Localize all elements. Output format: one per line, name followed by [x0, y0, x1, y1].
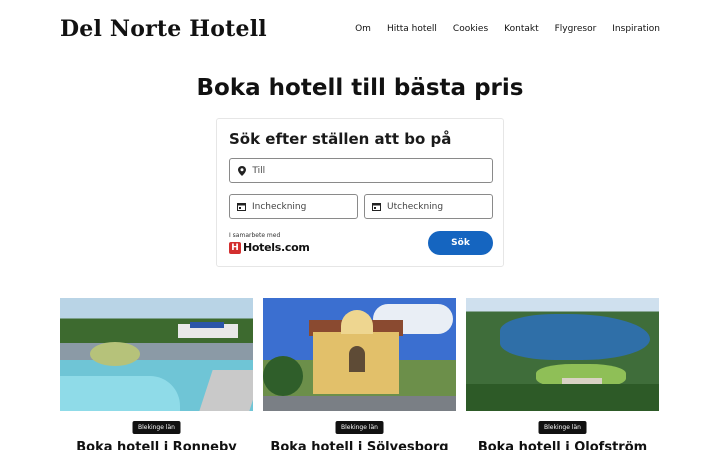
search-heading: Sök efter ställen att bo på — [229, 130, 452, 148]
destination-cards: Blekinge län Boka hotell i Ronneby Bleki… — [60, 298, 660, 450]
destination-card-olofstrom[interactable]: Blekinge län Boka hotell i Olofström — [466, 298, 659, 450]
solvesborg-photo — [263, 298, 456, 411]
card-title[interactable]: Boka hotell i Sölvesborg — [263, 440, 456, 450]
nav-item-kontakt[interactable]: Kontakt — [504, 24, 538, 34]
checkout-field[interactable] — [364, 194, 493, 219]
nav-item-cookies[interactable]: Cookies — [453, 24, 488, 34]
site-logo[interactable]: Del Norte Hotell — [60, 16, 267, 42]
ronneby-photo — [60, 298, 253, 411]
map-pin-icon — [237, 165, 246, 176]
nav-item-flygresor[interactable]: Flygresor — [555, 24, 597, 34]
partner-label: I samarbete med — [229, 232, 281, 239]
hotels-com-logo: H Hotels.com — [229, 241, 310, 254]
nav-item-om[interactable]: Om — [355, 24, 371, 34]
calendar-icon — [372, 202, 381, 212]
main-nav: Om Hitta hotell Cookies Kontakt Flygreso… — [355, 24, 660, 34]
destination-card-solvesborg[interactable]: Blekinge län Boka hotell i Sölvesborg — [263, 298, 456, 450]
card-title[interactable]: Boka hotell i Olofström — [466, 440, 659, 450]
olofstrom-photo — [466, 298, 659, 411]
region-badge: Blekinge län — [538, 421, 587, 434]
search-widget: Sök efter ställen att bo på I samarbete … — [216, 118, 504, 267]
hotels-com-wordmark: Hotels.com — [243, 241, 310, 254]
region-badge: Blekinge län — [335, 421, 384, 434]
page-title: Boka hotell till bästa pris — [196, 75, 524, 101]
checkin-field[interactable] — [229, 194, 358, 219]
site-header: Del Norte Hotell Om Hitta hotell Cookies… — [0, 0, 720, 60]
hotels-com-badge-icon: H — [229, 241, 241, 254]
region-badge: Blekinge län — [132, 421, 181, 434]
destination-field[interactable] — [229, 158, 493, 183]
nav-item-hitta-hotell[interactable]: Hitta hotell — [387, 24, 437, 34]
calendar-icon — [237, 202, 246, 212]
destination-input[interactable] — [252, 165, 492, 176]
nav-item-inspiration[interactable]: Inspiration — [612, 24, 660, 34]
checkout-input[interactable] — [387, 201, 492, 212]
search-button[interactable]: Sök — [428, 231, 493, 255]
destination-card-ronneby[interactable]: Blekinge län Boka hotell i Ronneby — [60, 298, 253, 450]
card-title[interactable]: Boka hotell i Ronneby — [60, 440, 253, 450]
checkin-input[interactable] — [252, 201, 357, 212]
